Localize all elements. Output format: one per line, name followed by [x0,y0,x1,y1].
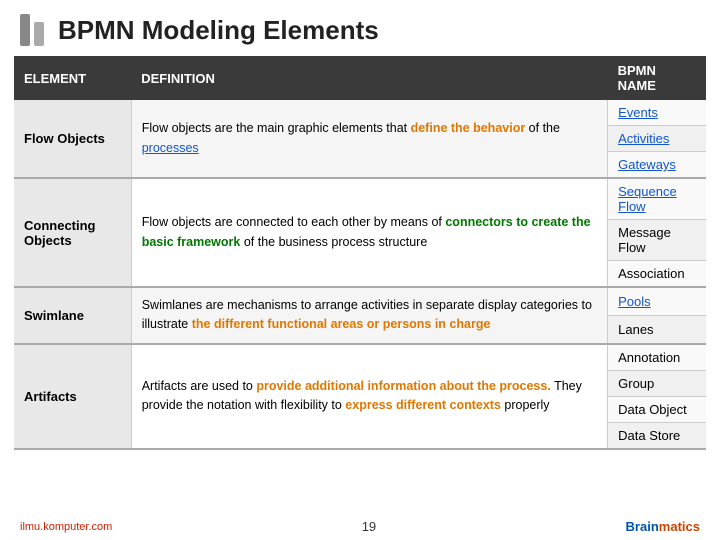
definition-cell: Swimlanes are mechanisms to arrange acti… [131,287,607,344]
page-title: BPMN Modeling Elements [58,15,379,46]
table-header-row: ELEMENT DEFINITION BPMN NAME [14,56,706,100]
element-cell: Swimlane [14,287,131,344]
footer: ilmu.komputer.com 19 Brainmatics [0,515,720,540]
footer-site: ilmu.komputer.com [20,521,112,533]
icon-bar-1 [20,14,30,46]
definition-cell: Flow objects are the main graphic elemen… [131,100,607,178]
bpmn-name-cell: Pools [608,287,706,315]
bpmn-name-cell: Lanes [608,315,706,343]
header-icon [20,14,44,46]
col-header-element: ELEMENT [14,56,131,100]
bpmn-name-cell: Annotation [608,344,706,371]
bpmn-name-cell: Activities [608,126,706,152]
bpmn-name-cell: Gateways [608,152,706,179]
definition-cell: Artifacts are used to provide additional… [131,344,607,449]
bpmn-name-cell: Association [608,261,706,288]
table-row: Flow ObjectsFlow objects are the main gr… [14,100,706,126]
main-table: ELEMENT DEFINITION BPMN NAME Flow Object… [14,56,706,450]
element-cell: Artifacts [14,344,131,449]
page: BPMN Modeling Elements ELEMENT DEFINITIO… [0,0,720,540]
table-row: ArtifactsArtifacts are used to provide a… [14,344,706,371]
col-header-definition: DEFINITION [131,56,607,100]
table-container: ELEMENT DEFINITION BPMN NAME Flow Object… [0,56,720,515]
bpmn-name-cell: Data Object [608,396,706,422]
footer-logo: Brainmatics [626,519,700,534]
bpmn-name-cell: Sequence Flow [608,178,706,220]
bpmn-name-cell: Events [608,100,706,126]
definition-cell: Flow objects are connected to each other… [131,178,607,287]
bpmn-name-cell: Message Flow [608,220,706,261]
footer-left: ilmu.komputer.com [20,521,112,533]
col-header-bpmn: BPMN NAME [608,56,706,100]
logo-brain: Brain [626,519,659,534]
bpmn-name-cell: Data Store [608,422,706,449]
icon-bar-2 [34,22,44,46]
bpmn-name-cell: Group [608,370,706,396]
table-row: Connecting ObjectsFlow objects are conne… [14,178,706,220]
header: BPMN Modeling Elements [0,0,720,56]
element-cell: Flow Objects [14,100,131,178]
logo-matics: matics [659,519,700,534]
table-row: SwimlaneSwimlanes are mechanisms to arra… [14,287,706,315]
element-cell: Connecting Objects [14,178,131,287]
footer-page-number: 19 [362,519,376,534]
